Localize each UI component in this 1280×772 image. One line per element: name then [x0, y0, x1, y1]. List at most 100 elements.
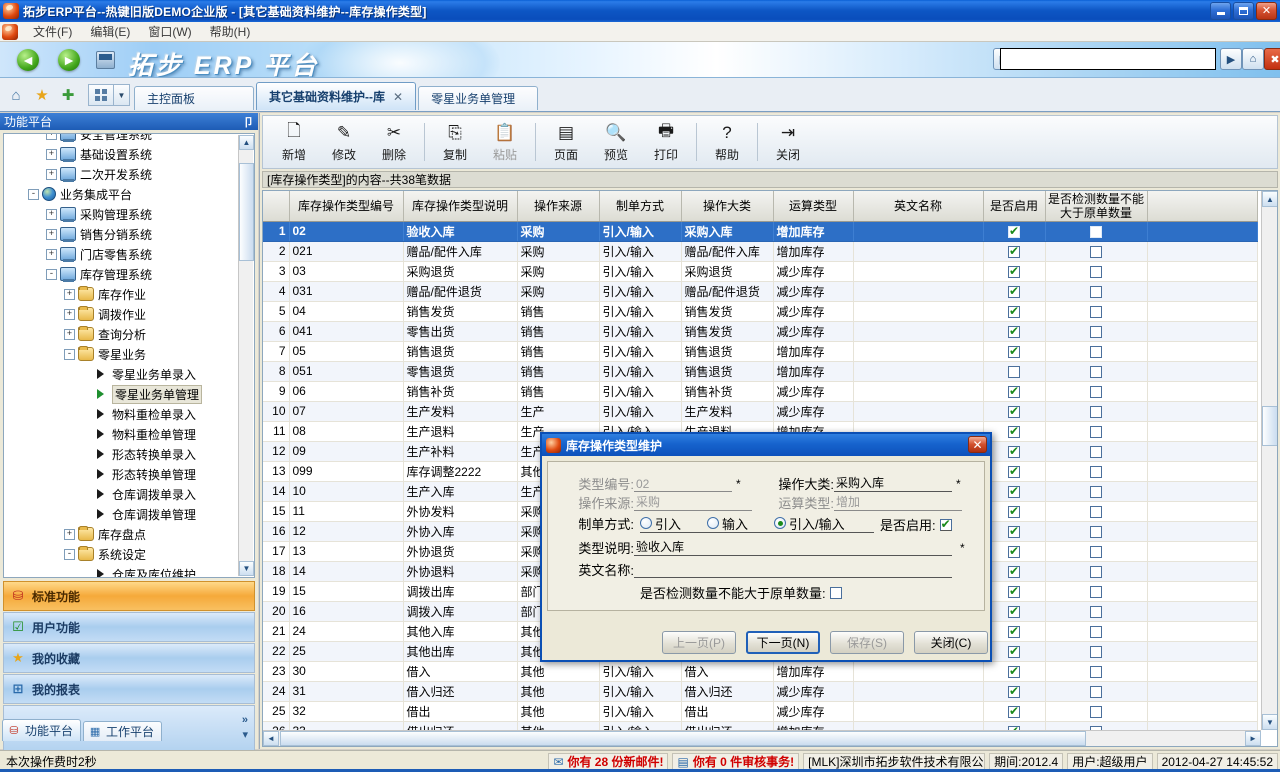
new-mail-status[interactable]: ✉ 你有 28 份新邮件! [548, 753, 668, 771]
column-header[interactable]: 是否检测数量不能大于原单数量 [1045, 191, 1147, 221]
collapse-icon[interactable]: - [64, 349, 75, 360]
collapse-icon[interactable]: - [64, 549, 75, 560]
column-header[interactable]: 运算类型 [773, 191, 853, 221]
tree-node[interactable]: +库存盘点 [4, 524, 240, 544]
expand-icon[interactable]: + [46, 133, 57, 140]
menu-edit[interactable]: 编辑(E) [81, 21, 139, 42]
enabled-checkbox[interactable] [940, 519, 952, 531]
maximize-restore-button[interactable] [1233, 2, 1254, 20]
checkbox-icon[interactable] [1090, 386, 1102, 398]
checkbox-icon[interactable] [1008, 566, 1020, 578]
checkbox-icon[interactable] [1090, 446, 1102, 458]
pin-icon[interactable]: 卩 [243, 114, 254, 130]
expand-icon[interactable]: + [46, 169, 57, 180]
scroll-down-button[interactable]: ▼ [1262, 714, 1278, 730]
expand-icon[interactable]: + [46, 209, 57, 220]
menu-window[interactable]: 窗口(W) [139, 21, 200, 42]
column-header[interactable]: 是否启用 [983, 191, 1045, 221]
tree-node[interactable]: 零星业务单录入 [4, 364, 240, 384]
checkbox-icon[interactable] [1090, 686, 1102, 698]
expand-icon[interactable]: + [64, 289, 75, 300]
checkbox-icon[interactable] [1090, 506, 1102, 518]
checkbox-icon[interactable] [1008, 606, 1020, 618]
close-window-button[interactable]: ✕ [1256, 2, 1277, 20]
checkbox-icon[interactable] [1090, 626, 1102, 638]
search-input[interactable] [1000, 48, 1216, 70]
checkbox-icon[interactable] [1008, 486, 1020, 498]
table-row[interactable]: 2021赠品/配件入库采购引入/输入赠品/配件入库增加库存 [263, 241, 1257, 261]
table-row[interactable]: 906销售补货销售引入/输入销售补货减少库存 [263, 381, 1257, 401]
table-row[interactable]: 2532借出其他引入/输入借出减少库存 [263, 701, 1257, 721]
checkbox-icon[interactable] [1090, 486, 1102, 498]
checkbox-icon[interactable] [1090, 466, 1102, 478]
tree-node[interactable]: +查询分析 [4, 324, 240, 344]
tree-node[interactable]: -库存管理系统 [4, 264, 240, 284]
sidebar-item-user-functions[interactable]: ☑ 用户功能 [3, 612, 255, 642]
checkbox-icon[interactable] [1008, 546, 1020, 558]
checkbox-icon[interactable] [1008, 326, 1020, 338]
english-name-field[interactable] [634, 561, 952, 578]
checkbox-icon[interactable] [1008, 386, 1020, 398]
table-row[interactable]: 2330借入其他引入/输入借入增加库存 [263, 661, 1257, 681]
add-favorite-icon[interactable]: ✚ [58, 85, 78, 105]
help-button[interactable]: ?帮助 [702, 118, 752, 166]
home-icon[interactable]: ⌂ [6, 85, 26, 105]
column-header[interactable]: 库存操作类型说明 [403, 191, 517, 221]
column-header[interactable]: 库存操作类型编号 [289, 191, 403, 221]
tree-node[interactable]: -零星业务 [4, 344, 240, 364]
scroll-down-button[interactable]: ▼ [239, 561, 254, 576]
checkbox-icon[interactable] [1090, 286, 1102, 298]
table-row[interactable]: 504销售发货销售引入/输入销售发货减少库存 [263, 301, 1257, 321]
function-tree[interactable]: +安全管理系统+基础设置系统+二次开发系统-业务集成平台+采购管理系统+销售分销… [3, 133, 255, 578]
checkbox-icon[interactable] [1090, 326, 1102, 338]
tab-list-button[interactable] [88, 84, 114, 106]
scroll-thumb[interactable] [280, 731, 1086, 746]
tree-node[interactable]: 物料重检单录入 [4, 404, 240, 424]
back-button[interactable]: ◄ [17, 49, 39, 71]
tree-node[interactable]: +门店零售系统 [4, 244, 240, 264]
scroll-right-button[interactable]: ► [1245, 731, 1261, 746]
checkbox-icon[interactable] [1008, 266, 1020, 278]
checkbox-icon[interactable] [1008, 306, 1020, 318]
table-row[interactable]: 1007生产发料生产引入/输入生产发料减少库存 [263, 401, 1257, 421]
expand-icon[interactable]: + [64, 329, 75, 340]
tree-node[interactable]: +库存作业 [4, 284, 240, 304]
collapse-icon[interactable]: - [28, 189, 39, 200]
checkbox-icon[interactable] [1090, 646, 1102, 658]
operation-source-field[interactable]: 采购 [634, 494, 752, 511]
tree-node[interactable]: +采购管理系统 [4, 204, 240, 224]
tab-basic-data-maintenance[interactable]: 其它基础资料维护--库 ✕ [256, 82, 416, 110]
calc-type-field[interactable]: 增加 [834, 494, 962, 511]
grid-horizontal-scrollbar[interactable]: ◄ ► [263, 730, 1261, 746]
checkbox-icon[interactable] [1090, 526, 1102, 538]
column-header[interactable]: 操作大类 [681, 191, 773, 221]
chevron-down-icon[interactable]: ▼ [114, 84, 130, 106]
checkbox-icon[interactable] [1090, 246, 1102, 258]
checkbox-icon[interactable] [1008, 506, 1020, 518]
sidebar-item-standard-functions[interactable]: ⛁ 标准功能 [3, 581, 255, 611]
table-row[interactable]: 705销售退货销售引入/输入销售退货增加库存 [263, 341, 1257, 361]
column-header[interactable]: 操作来源 [517, 191, 599, 221]
checkbox-icon[interactable] [1008, 666, 1020, 678]
add-button[interactable]: 🗋新增 [269, 118, 319, 166]
tree-node[interactable]: 形态转换单管理 [4, 464, 240, 484]
table-row[interactable]: 6041零售出货销售引入/输入销售发货减少库存 [263, 321, 1257, 341]
checkbox-icon[interactable] [1008, 466, 1020, 478]
scroll-thumb[interactable] [239, 163, 254, 261]
platform-tab-function[interactable]: ⛁ 功能平台 [2, 719, 81, 741]
mode-radio-import[interactable]: 引入 [640, 514, 681, 533]
sidebar-item-my-favorites[interactable]: ★ 我的收藏 [3, 643, 255, 673]
tree-node[interactable]: -系统设定 [4, 544, 240, 564]
column-header[interactable]: 制单方式 [599, 191, 681, 221]
sidebar-item-my-reports[interactable]: ⊞ 我的报表 [3, 674, 255, 704]
checkbox-icon[interactable] [1090, 586, 1102, 598]
tree-node[interactable]: +二次开发系统 [4, 164, 240, 184]
audit-task-status[interactable]: ▤ 你有 0 件审核事务! [672, 753, 799, 771]
go-button[interactable]: ▶ [1220, 48, 1242, 70]
tree-node[interactable]: 零星业务单管理 [4, 384, 240, 404]
mode-radio-input[interactable]: 输入 [707, 514, 748, 533]
tree-node[interactable]: 仓库调拨单录入 [4, 484, 240, 504]
tree-node[interactable]: +调拨作业 [4, 304, 240, 324]
tab-main-panel[interactable]: 主控面板 [134, 86, 254, 110]
table-row[interactable]: 102验收入库采购引入/输入采购入库增加库存 [263, 221, 1257, 241]
